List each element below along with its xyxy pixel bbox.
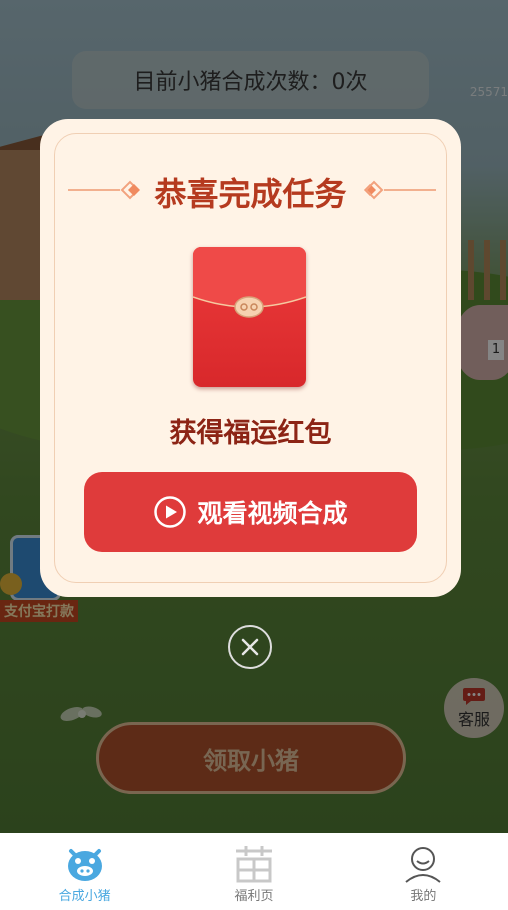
envelope-flap	[193, 247, 306, 318]
watch-video-button[interactable]: 观看视频合成	[84, 472, 417, 552]
bottom-tab-bar: 合成小猪 福利页 我的	[0, 833, 508, 910]
user-icon	[405, 847, 441, 883]
tab-mine-label: 我的	[410, 889, 437, 904]
tab-mine[interactable]: 我的	[339, 833, 508, 910]
tab-merge-pig-label: 合成小猪	[58, 889, 111, 904]
red-envelope-image	[193, 247, 306, 387]
tab-welfare-label: 福利页	[234, 889, 274, 904]
tab-welfare[interactable]: 福利页	[169, 833, 338, 910]
tab-merge-pig[interactable]: 合成小猪	[0, 833, 169, 910]
title-right-ornament	[364, 180, 436, 200]
watch-video-label: 观看视频合成	[197, 499, 348, 528]
close-dialog-button[interactable]	[228, 625, 272, 669]
play-icon	[153, 495, 187, 529]
pig-icon	[67, 849, 102, 881]
close-icon	[241, 638, 259, 656]
welfare-icon	[235, 846, 272, 883]
reward-text: 获得福运红包	[169, 418, 332, 449]
reward-dialog: 恭喜完成任务 获得福运红包 观看视频合成	[40, 119, 461, 597]
